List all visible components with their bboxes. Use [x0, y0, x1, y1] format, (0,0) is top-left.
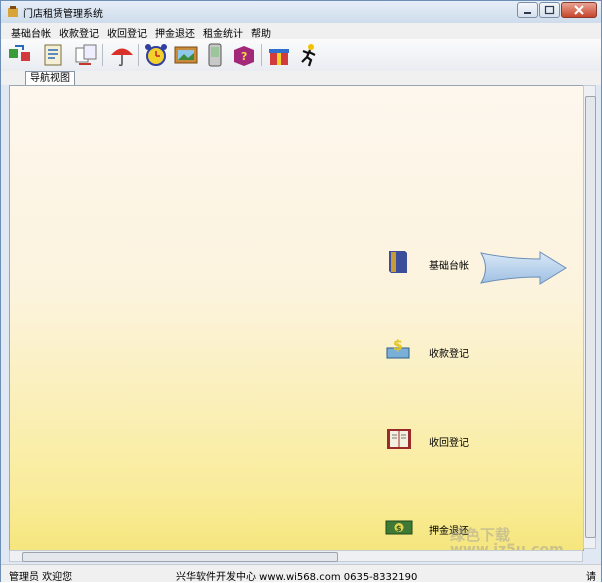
- alarm-clock-icon[interactable]: [143, 42, 169, 68]
- window-title: 门店租赁管理系统: [23, 9, 103, 20]
- toolbar: ?: [1, 39, 601, 72]
- menu-reclaim-register[interactable]: 收回登记: [107, 25, 147, 40]
- toolbar-separator: [261, 44, 262, 66]
- ledger-book-icon: [389, 251, 407, 273]
- nav-item-reclaim-register[interactable]: 收回登记: [385, 425, 545, 457]
- app-logo-icon: [8, 6, 18, 17]
- open-book-icon: [387, 429, 411, 449]
- menu-payment-register[interactable]: 收款登记: [59, 25, 99, 40]
- navigation-panel: 基础台帐 $ 收款登记 收回登记 $ 押金退还 绿色下载 www.jz5u.co…: [9, 85, 584, 551]
- close-button[interactable]: [561, 2, 597, 18]
- horizontal-scroll-thumb[interactable]: [22, 552, 338, 562]
- tab-strip: 导航视图: [1, 71, 601, 86]
- menu-basic-ledger[interactable]: 基础台帐: [11, 25, 51, 40]
- maximize-icon: [544, 5, 555, 15]
- menu-rent-statistics[interactable]: 租金统计: [203, 25, 243, 40]
- status-company: 兴华软件开发中心 www.wi568.com 0635-8332190: [176, 572, 418, 583]
- minimize-icon: [524, 12, 531, 14]
- vertical-scrollbar[interactable]: [583, 85, 596, 549]
- svg-text:$: $: [396, 524, 402, 533]
- transfer-icon[interactable]: [73, 42, 99, 68]
- nav-label-basic-ledger: 基础台帐: [429, 261, 469, 272]
- help-book-icon[interactable]: ?: [231, 42, 257, 68]
- close-icon: [574, 5, 584, 15]
- toolbar-separator: [102, 44, 103, 66]
- status-extra: 请: [586, 572, 596, 583]
- document-icon[interactable]: [41, 42, 67, 68]
- vertical-scroll-thumb[interactable]: [585, 96, 596, 538]
- money-icon: $: [386, 338, 410, 359]
- title-bar[interactable]: 门店租赁管理系统: [1, 1, 601, 23]
- nav-label-payment-register: 收款登记: [429, 349, 469, 360]
- app-window: 门店租赁管理系统 基础台帐 收款登记 收回登记 押金退还 租金统计 帮助 ? 导…: [0, 0, 602, 583]
- nav-label-reclaim-register: 收回登记: [429, 438, 469, 449]
- status-user: 管理员 欢迎您: [9, 572, 73, 583]
- menu-bar: 基础台帐 收款登记 收回登记 押金退还 租金统计 帮助: [1, 23, 601, 40]
- menu-help[interactable]: 帮助: [251, 25, 271, 40]
- minimize-button[interactable]: [517, 2, 538, 18]
- umbrella-icon[interactable]: [109, 42, 135, 68]
- svg-text:?: ?: [241, 50, 247, 63]
- right-arrow-icon: [480, 251, 567, 285]
- cash-icon: $: [385, 520, 413, 535]
- handheld-icon[interactable]: [202, 42, 228, 68]
- exchange-icon[interactable]: [7, 42, 33, 68]
- gift-icon[interactable]: [266, 42, 292, 68]
- tab-navigation-view[interactable]: 导航视图: [25, 71, 75, 86]
- status-bar: 管理员 欢迎您 兴华软件开发中心 www.wi568.com 0635-8332…: [1, 564, 601, 583]
- exit-runner-icon[interactable]: [296, 42, 322, 68]
- maximize-button[interactable]: [539, 2, 560, 18]
- horizontal-scrollbar[interactable]: [9, 550, 583, 562]
- picture-icon[interactable]: [173, 42, 199, 68]
- svg-text:$: $: [393, 338, 403, 354]
- toolbar-separator: [138, 44, 139, 66]
- nav-item-payment-register[interactable]: $ 收款登记: [385, 336, 545, 368]
- menu-deposit-refund[interactable]: 押金退还: [155, 25, 195, 40]
